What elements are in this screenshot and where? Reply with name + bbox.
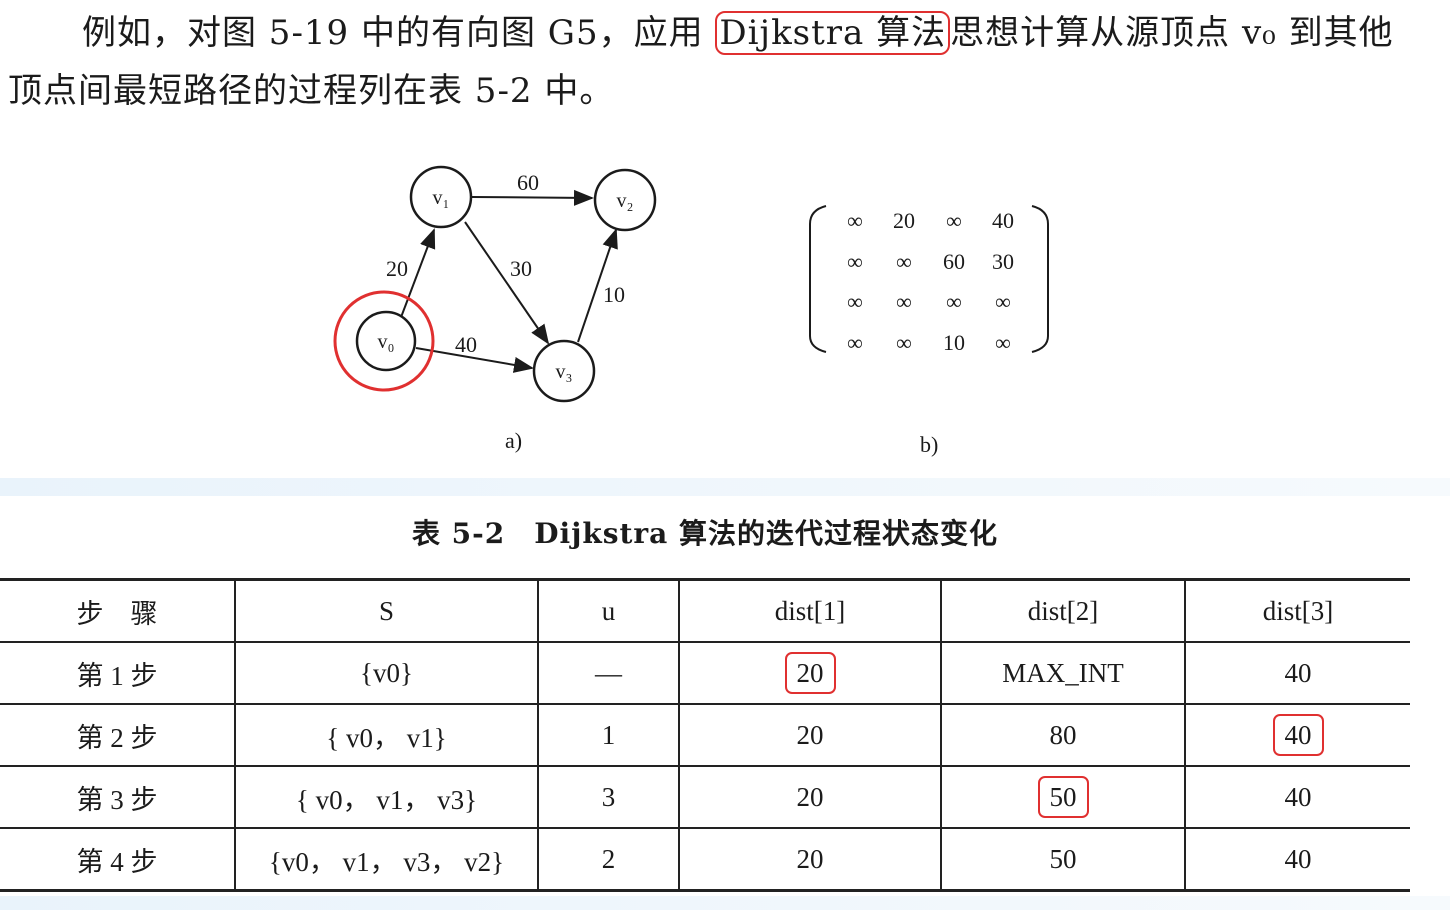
cell-dist1: 20 [678, 704, 941, 767]
node-v0: v₀ [333, 290, 435, 392]
figure-5-19: 20 60 30 40 10 v₁ v₂ v₃ v₀ a) ∞ 20 ∞ 40 … [0, 140, 1450, 480]
header-step: 步 骤 [0, 578, 235, 643]
weight-v3-v2: 10 [603, 282, 625, 307]
table-title: 表 5-2 Dijkstra 算法的迭代过程状态变化 [411, 517, 999, 550]
header-dist1: dist[1] [678, 578, 941, 643]
matrix-cell: ∞ [896, 289, 912, 314]
cell-dist2: MAX_INT [940, 642, 1185, 705]
cell-u: — [537, 642, 679, 705]
cell-step: 第 2 步 [0, 704, 235, 767]
node-v2: v₂ [593, 168, 657, 232]
dijkstra-steps-table: 步 骤 S u dist[1] dist[2] dist[3] 第 1 步 {v… [0, 578, 1410, 892]
cell-dist3: 40 [1184, 766, 1410, 829]
matrix-row-0: ∞ 20 ∞ 40 [847, 208, 1014, 233]
cell-u: 2 [537, 828, 679, 892]
table-row: 第 2 步 { v0， v1} 1 20 80 40 [0, 704, 1410, 767]
matrix-cell: ∞ [847, 289, 863, 314]
matrix-cell: ∞ [995, 289, 1011, 314]
cell-dist1: 20 [678, 642, 941, 705]
matrix-cell: 10 [943, 330, 965, 355]
matrix-cell: 40 [992, 208, 1014, 233]
intro-paragraph: 例如，对图 5-19 中的有向图 G5，应用 Dijkstra 算法 思想计算从源… [8, 4, 1428, 120]
matrix-cell: ∞ [995, 330, 1011, 355]
cell-s: { v0， v1} [234, 704, 538, 767]
matrix-row-1: ∞ ∞ 60 30 [847, 249, 1014, 274]
weight-v0-v3: 40 [455, 332, 477, 357]
matrix-cell: 30 [992, 249, 1014, 274]
node-v3: v₃ [532, 339, 596, 403]
header-dist2: dist[2] [940, 578, 1185, 643]
matrix-cell: ∞ [847, 330, 863, 355]
cell-s: {v0} [234, 642, 538, 705]
cell-u: 1 [537, 704, 679, 767]
table-row: 第 3 步 { v0， v1， v3} 3 20 50 40 [0, 766, 1410, 829]
cell-step: 第 4 步 [0, 828, 235, 892]
highlighted-value: 40 [1272, 714, 1324, 756]
dijkstra-highlight: Dijkstra 算法 [715, 11, 951, 55]
cell-dist3: 40 [1184, 828, 1410, 892]
table-header-row: 步 骤 S u dist[1] dist[2] dist[3] [0, 578, 1410, 643]
header-dist3: dist[3] [1184, 578, 1410, 643]
weight-v1-v3: 30 [510, 256, 532, 281]
cell-step: 第 1 步 [0, 642, 235, 705]
matrix-cell: ∞ [847, 249, 863, 274]
matrix-right-bracket [1031, 205, 1049, 353]
matrix-cell: ∞ [946, 208, 962, 233]
weight-v1-v2: 60 [517, 170, 539, 195]
cell-step: 第 3 步 [0, 766, 235, 829]
cell-s: { v0， v1， v3} [234, 766, 538, 829]
matrix-cell: 60 [943, 249, 965, 274]
node-v0-label: v₀ [378, 331, 395, 353]
matrix-row-3: ∞ ∞ 10 ∞ [847, 330, 1011, 355]
matrix-row-2: ∞ ∞ ∞ ∞ [847, 289, 1011, 314]
table-row: 第 4 步 {v0， v1， v3， v2} 2 20 50 40 [0, 828, 1410, 892]
matrix-cell: ∞ [896, 249, 912, 274]
cell-dist2: 50 [940, 828, 1185, 892]
cell-dist3: 40 [1184, 642, 1410, 705]
table-row: 第 1 步 {v0} — 20 MAX_INT 40 [0, 642, 1410, 705]
matrix-left-bracket [809, 205, 827, 353]
cell-dist3: 40 [1184, 704, 1410, 767]
figure-b-caption: b) [920, 432, 938, 457]
decorative-band-top [0, 478, 1450, 496]
cell-u: 3 [537, 766, 679, 829]
edge-v1-v2 [471, 189, 594, 206]
node-v1-label: v₁ [433, 187, 450, 209]
cell-dist1: 20 [678, 766, 941, 829]
cell-dist1: 20 [678, 828, 941, 892]
decorative-band-bottom [0, 896, 1450, 910]
cell-dist2: 80 [940, 704, 1185, 767]
figure-a-caption: a) [505, 428, 522, 453]
node-v2-label: v₂ [617, 190, 634, 212]
node-v1: v₁ [409, 165, 473, 229]
header-u: u [537, 578, 679, 643]
figure-svg: 20 60 30 40 10 v₁ v₂ v₃ v₀ a) ∞ 20 ∞ 40 … [333, 165, 1049, 457]
intro-text-before: 例如，对图 5-19 中的有向图 G5，应用 [82, 13, 716, 53]
matrix-cell: 20 [893, 208, 915, 233]
highlighted-value: 20 [784, 652, 836, 694]
node-v3-label: v₃ [556, 361, 573, 383]
matrix-cell: ∞ [896, 330, 912, 355]
edge-v1-v3 [464, 221, 550, 345]
cell-dist2: 50 [940, 766, 1185, 829]
header-s: S [234, 578, 538, 643]
matrix-cell: ∞ [946, 289, 962, 314]
cell-s: {v0， v1， v3， v2} [234, 828, 538, 892]
highlighted-value: 50 [1037, 776, 1089, 818]
matrix-cell: ∞ [847, 208, 863, 233]
weight-v0-v1: 20 [386, 256, 408, 281]
